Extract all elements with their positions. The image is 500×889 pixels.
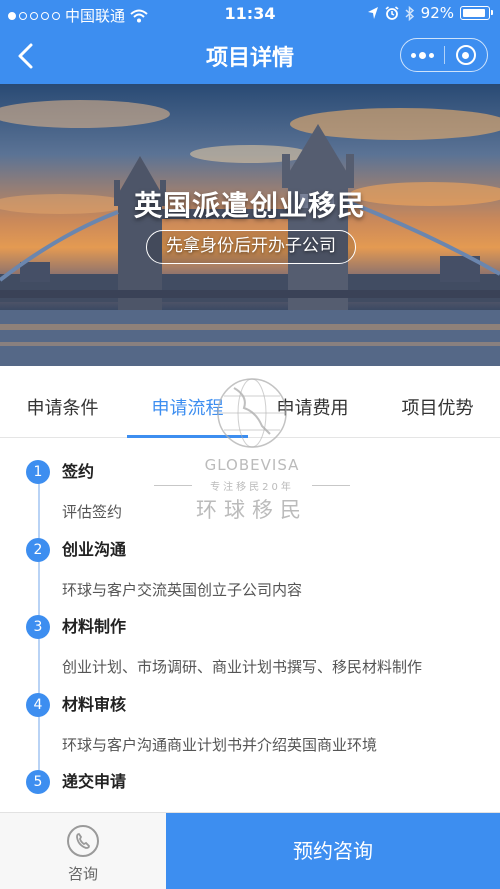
step-number-badge: 5 — [26, 770, 50, 794]
more-options-icon[interactable] — [401, 39, 444, 71]
bottom-action-bar: 咨询 预约咨询 — [0, 812, 500, 889]
banner-title: 英国派遣创业移民 — [133, 189, 366, 222]
tower-bridge-illustration — [0, 100, 500, 366]
step-description: 环球与客户交流英国创立子公司内容 — [62, 581, 303, 599]
battery-percent: 92% — [420, 4, 454, 22]
location-arrow-icon — [367, 7, 378, 19]
bluetooth-icon — [405, 5, 414, 21]
consult-button[interactable]: 咨询 — [0, 813, 166, 889]
step-number-badge: 2 — [26, 538, 50, 562]
tab-application-conditions[interactable]: 申请条件 — [0, 380, 125, 437]
consult-label: 咨询 — [67, 865, 98, 883]
process-timeline: 1 签约 评估签约 2 创业沟通 环球与客户交流英国创立子公司内容 3 材料制作… — [0, 440, 500, 812]
step-description: 评估签约 — [62, 503, 123, 521]
close-mini-program-icon[interactable] — [444, 39, 487, 71]
battery-icon — [460, 6, 493, 20]
nav-bar: 项目详情 — [0, 28, 500, 84]
step-title: 创业沟通 — [62, 540, 127, 559]
tab-application-process[interactable]: 申请流程 — [125, 380, 250, 438]
status-right: 92% — [367, 4, 493, 22]
book-consultation-button[interactable]: 预约咨询 — [166, 813, 500, 889]
step-title: 签约 — [62, 462, 95, 481]
step-number-badge: 4 — [26, 693, 50, 717]
banner-subtitle-pill: 先拿身份后开办子公司 — [146, 230, 356, 264]
mini-program-capsule — [400, 38, 488, 72]
phone-icon — [67, 825, 99, 857]
step-title: 递交申请 — [62, 772, 127, 791]
step-title: 材料审核 — [62, 695, 127, 714]
tab-bar: 申请条件 申请流程 申请费用 项目优势 — [0, 380, 500, 438]
step-number-badge: 3 — [26, 615, 50, 639]
alarm-icon — [385, 6, 399, 20]
step-title: 材料制作 — [62, 617, 127, 636]
tab-project-advantages[interactable]: 项目优势 — [375, 380, 500, 437]
step-description: 环球与客户沟通商业计划书并介绍英国商业环境 — [62, 736, 378, 754]
status-bar: 中国联通 11:34 92% — [0, 0, 500, 28]
step-number-badge: 1 — [26, 460, 50, 484]
banner-image: 英国派遣创业移民 先拿身份后开办子公司 — [0, 84, 500, 366]
tab-application-fees[interactable]: 申请费用 — [250, 380, 375, 437]
step-description: 创业计划、市场调研、商业计划书撰写、移民材料制作 — [62, 658, 423, 676]
